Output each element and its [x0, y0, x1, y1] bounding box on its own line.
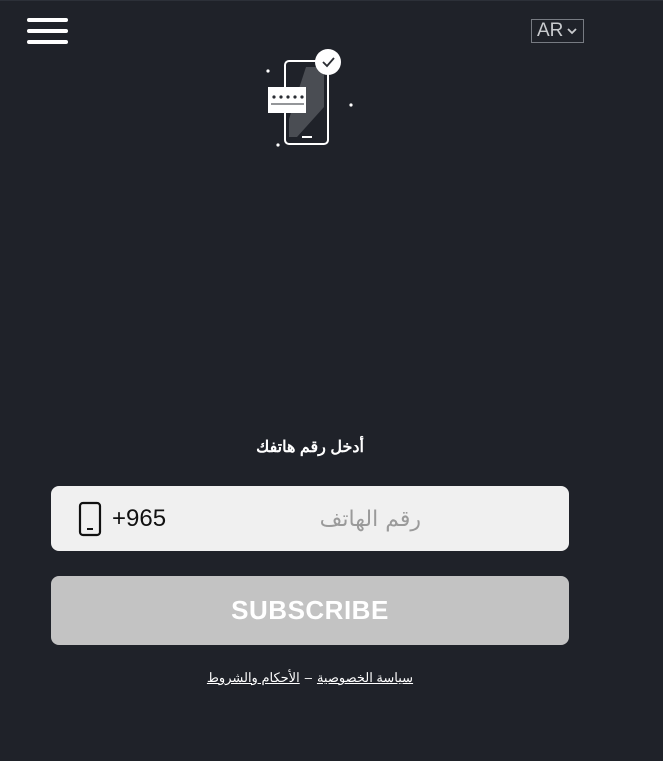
subscribe-button[interactable]: SUBSCRIBE	[51, 576, 569, 645]
top-divider	[0, 0, 663, 1]
phone-verification-illustration	[266, 49, 353, 147]
footer-separator: –	[304, 670, 312, 685]
footer-links: سياسة الخصوصية–الأحكام والشروط	[0, 670, 620, 686]
chevron-down-icon	[567, 28, 577, 35]
phone-prompt-heading: أدخل رقم هاتفك	[256, 439, 364, 456]
phone-field-container: +965	[51, 486, 569, 551]
menu-bar-middle	[27, 29, 68, 33]
privacy-policy-link[interactable]: سياسة الخصوصية	[317, 670, 413, 685]
language-select[interactable]: AR	[531, 19, 584, 43]
language-selected-label: AR	[537, 20, 564, 41]
phone-number-input[interactable]	[211, 503, 521, 535]
menu-bar-bottom	[27, 40, 68, 44]
menu-bar-top	[27, 18, 68, 22]
hamburger-menu-icon[interactable]	[27, 18, 68, 45]
terms-conditions-link[interactable]: الأحكام والشروط	[207, 670, 300, 685]
mobile-phone-icon	[78, 501, 102, 537]
country-code: +965	[112, 505, 167, 532]
